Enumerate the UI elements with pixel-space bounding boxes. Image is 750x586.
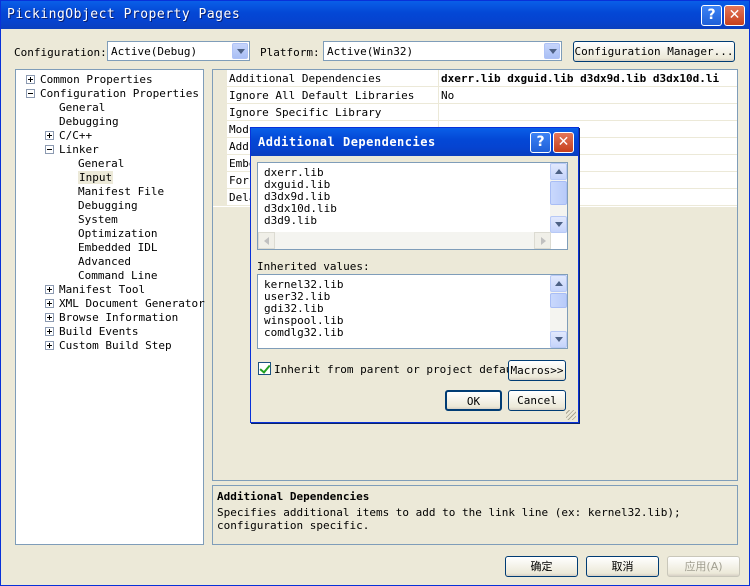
tree-item[interactable]: C/C++ [59, 129, 92, 142]
tree-item[interactable]: Manifest Tool [59, 283, 145, 296]
tree-item[interactable]: Optimization [78, 227, 157, 240]
scroll-right-icon[interactable] [534, 232, 551, 249]
tree-item[interactable]: Manifest File [78, 185, 164, 198]
inherited-values-list[interactable]: kernel32.lib user32.lib gdi32.lib winspool.… [257, 274, 568, 349]
configuration-bar: Configuration: Active(Debug) Platform: A… [1, 41, 749, 65]
tree-item[interactable]: Custom Build Step [59, 339, 172, 352]
tree-item[interactable]: Linker [59, 143, 99, 156]
ok-button[interactable]: 确定 [505, 556, 578, 577]
scroll-down-icon[interactable] [550, 331, 567, 348]
close-icon[interactable]: ✕ [724, 5, 745, 26]
dialog-title-bar[interactable]: Additional Dependencies ? ✕ [251, 128, 578, 156]
vertical-scrollbar[interactable] [550, 275, 567, 348]
horizontal-scrollbar[interactable] [258, 232, 551, 249]
size-grip[interactable] [566, 410, 576, 420]
platform-select[interactable]: Active(Win32) [323, 41, 562, 61]
collapse-icon[interactable] [45, 145, 54, 154]
tree-item[interactable]: System [78, 213, 118, 226]
expand-icon[interactable] [45, 313, 54, 322]
macros-button[interactable]: Macros>> [508, 360, 566, 381]
help-icon[interactable]: ? [701, 5, 722, 26]
scroll-left-icon[interactable] [258, 232, 275, 249]
tree-item[interactable]: General [78, 157, 124, 170]
description-panel: Additional Dependencies Specifies additi… [212, 485, 738, 545]
scroll-up-icon[interactable] [550, 163, 567, 180]
tree-item[interactable]: Advanced [78, 255, 131, 268]
property-row[interactable]: Additional Dependencies dxerr.lib dxguid.… [213, 70, 737, 87]
expand-icon[interactable] [45, 285, 54, 294]
platform-label: Platform: [260, 46, 320, 59]
tree-item[interactable]: Debugging [59, 115, 119, 128]
configuration-label: Configuration: [14, 46, 107, 59]
property-row[interactable]: Ignore Specific Library [213, 104, 737, 121]
expand-icon[interactable] [45, 327, 54, 336]
property-name: Additional Dependencies [229, 72, 382, 85]
tree-item[interactable]: Debugging [78, 199, 138, 212]
inherit-checkbox[interactable] [258, 362, 271, 375]
configuration-select[interactable]: Active(Debug) [107, 41, 250, 61]
help-icon[interactable]: ? [530, 132, 551, 153]
tree-item[interactable]: Command Line [78, 269, 157, 282]
close-icon[interactable]: ✕ [553, 132, 574, 153]
tree-item[interactable]: General [59, 101, 105, 114]
tree-item[interactable]: Embedded IDL [78, 241, 157, 254]
expand-icon[interactable] [45, 131, 54, 140]
collapse-icon[interactable] [26, 89, 35, 98]
property-value[interactable]: dxerr.lib dxguid.lib d3dx9d.lib d3dx10d.… [441, 72, 719, 85]
cancel-button[interactable]: 取消 [586, 556, 659, 577]
expand-icon[interactable] [26, 75, 35, 84]
expand-icon[interactable] [45, 341, 54, 350]
apply-button[interactable]: 应用(A) [667, 556, 740, 577]
vertical-scrollbar[interactable] [550, 163, 567, 233]
expand-icon[interactable] [45, 299, 54, 308]
description-text: Specifies additional items to add to the… [217, 506, 681, 532]
dialog-cancel-button[interactable]: Cancel [508, 390, 566, 411]
tree-item[interactable]: Input [78, 171, 114, 184]
platform-value: Active(Win32) [327, 45, 414, 58]
property-row[interactable]: Ignore All Default Libraries No [213, 87, 737, 104]
inherited-values-label: Inherited values: [257, 260, 370, 273]
property-name: Ignore Specific Library [229, 106, 382, 119]
description-title: Additional Dependencies [217, 490, 370, 503]
scroll-thumb[interactable] [550, 293, 567, 308]
tree-item[interactable]: Build Events [59, 325, 138, 338]
property-name: Ignore All Default Libraries [229, 89, 415, 102]
chevron-down-icon[interactable] [232, 43, 248, 59]
window-title: PickingObject Property Pages [7, 7, 241, 22]
title-bar[interactable]: PickingObject Property Pages ? ✕ [1, 1, 749, 29]
property-value[interactable]: No [441, 89, 454, 102]
tree-item[interactable]: Configuration Properties [40, 87, 199, 100]
dependency-line: d3d9.lib [264, 214, 317, 227]
chevron-down-icon[interactable] [544, 43, 560, 59]
scroll-down-icon[interactable] [550, 216, 567, 233]
tree-item[interactable]: XML Document Generator [59, 297, 205, 310]
configuration-value: Active(Debug) [111, 45, 198, 58]
tree-item[interactable]: Browse Information [59, 311, 178, 324]
property-tree[interactable]: Common Properties Configuration Propertie… [15, 69, 205, 545]
scroll-thumb[interactable] [550, 181, 567, 205]
inherited-line: comdlg32.lib [264, 326, 344, 339]
scroll-up-icon[interactable] [550, 275, 567, 292]
configuration-manager-button[interactable]: Configuration Manager... [573, 41, 735, 62]
inherit-checkbox-label: Inherit from parent or project default [274, 363, 526, 376]
tree-item[interactable]: Common Properties [40, 73, 153, 86]
dialog-ok-button[interactable]: OK [445, 390, 502, 411]
dialog-title: Additional Dependencies [258, 135, 436, 149]
property-name: Add [229, 140, 249, 153]
dependencies-textarea[interactable]: dxerr.lib dxguid.lib d3dx9d.lib d3dx10d.lib… [257, 162, 568, 250]
